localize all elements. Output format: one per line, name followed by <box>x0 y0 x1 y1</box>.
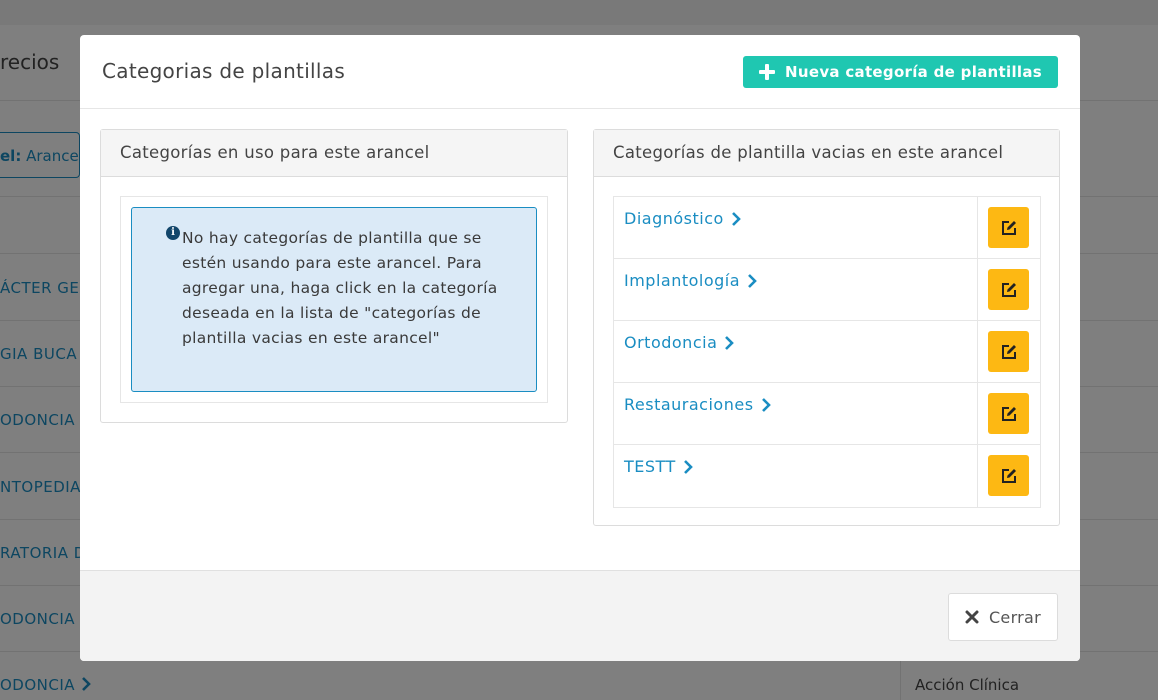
edit-button[interactable] <box>988 393 1029 434</box>
table-row: Restauraciones <box>614 383 1040 445</box>
edit-button[interactable] <box>988 331 1029 372</box>
category-link-diagnostico[interactable]: Diagnóstico <box>624 209 742 228</box>
edit-icon <box>1001 282 1016 297</box>
edit-button[interactable] <box>988 207 1029 248</box>
edit-icon <box>1001 344 1016 359</box>
empty-categories-table: Diagnóstico Implantología Ortodoncia Res… <box>613 196 1041 508</box>
category-link-implantologia[interactable]: Implantología <box>624 271 758 290</box>
close-icon <box>965 610 979 624</box>
category-link-testt[interactable]: TESTT <box>624 457 694 476</box>
modal-title: Categorias de plantillas <box>102 59 346 83</box>
edit-icon <box>1001 406 1016 421</box>
column-divider <box>977 383 978 444</box>
new-category-button[interactable]: Nueva categoría de plantillas <box>743 56 1058 88</box>
empty-categories-panel: Categorías de plantilla vacias en este a… <box>593 129 1060 526</box>
category-link-restauraciones[interactable]: Restauraciones <box>624 395 772 414</box>
chevron-right-icon <box>761 397 771 412</box>
table-row: Ortodoncia <box>614 321 1040 383</box>
categories-in-use-list: i No hay categorías de plantilla que se … <box>120 196 548 403</box>
chevron-right-icon <box>683 459 693 474</box>
category-label: Implantología <box>624 271 741 290</box>
modal-header: Categorias de plantillas Nueva categoría… <box>80 35 1080 109</box>
plus-icon <box>759 64 776 80</box>
categories-in-use-title: Categorías en uso para este arancel <box>101 130 567 177</box>
categories-modal: Categorias de plantillas Nueva categoría… <box>80 35 1080 661</box>
table-row: Diagnóstico <box>614 197 1040 259</box>
chevron-right-icon <box>748 273 757 288</box>
edit-icon <box>1001 468 1016 483</box>
column-divider <box>977 259 978 320</box>
chevron-right-icon <box>731 211 741 226</box>
category-label: TESTT <box>624 457 676 476</box>
table-row: TESTT <box>614 445 1040 507</box>
category-label: Restauraciones <box>624 395 754 414</box>
category-link-ortodoncia[interactable]: Ortodoncia <box>624 333 735 352</box>
info-alert-text: No hay categorías de plantilla que se es… <box>182 229 498 347</box>
new-category-button-label: Nueva categoría de plantillas <box>785 63 1042 81</box>
column-divider <box>977 197 978 258</box>
table-row: Implantología <box>614 259 1040 321</box>
column-divider <box>977 321 978 382</box>
edit-icon <box>1001 220 1016 235</box>
info-alert: i No hay categorías de plantilla que se … <box>131 207 537 392</box>
info-icon: i <box>166 226 180 240</box>
close-button-label: Cerrar <box>988 607 1042 627</box>
edit-button[interactable] <box>988 269 1029 310</box>
categories-in-use-panel: Categorías en uso para este arancel i No… <box>100 129 568 423</box>
chevron-right-icon <box>725 335 735 350</box>
category-label: Ortodoncia <box>624 333 718 352</box>
modal-footer: Cerrar <box>80 570 1080 661</box>
edit-button[interactable] <box>988 455 1029 496</box>
close-button[interactable]: Cerrar <box>948 593 1058 641</box>
empty-categories-title: Categorías de plantilla vacias en este a… <box>594 130 1059 177</box>
category-label: Diagnóstico <box>624 209 724 228</box>
column-divider <box>977 445 978 507</box>
